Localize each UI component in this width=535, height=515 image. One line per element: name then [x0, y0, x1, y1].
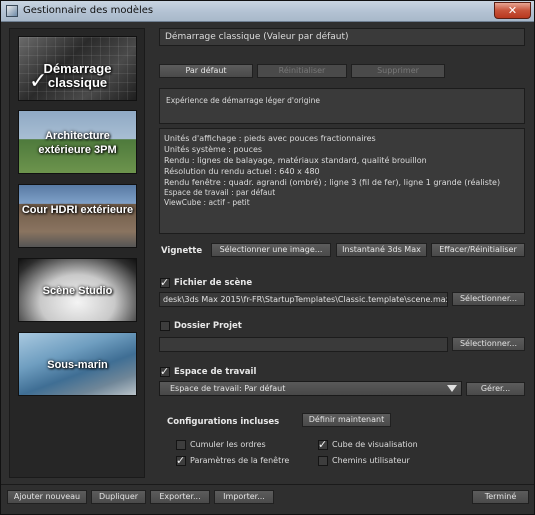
- option-label: Paramètres de la fenêtre: [190, 456, 290, 465]
- template-description[interactable]: Expérience de démarrage léger d'origine: [159, 88, 525, 124]
- template-info-panel: Unités d'affichage : pieds avec pouces f…: [159, 128, 525, 234]
- reset-button[interactable]: Réinitialiser: [257, 64, 347, 78]
- define-now-button[interactable]: Définir maintenant: [302, 413, 391, 427]
- project-folder-path-field[interactable]: [159, 337, 448, 352]
- template-item-label: Architecture extérieure 3PM: [38, 130, 117, 156]
- checkmark-icon: ✓: [160, 276, 170, 289]
- workspace-selected-value: Espace de travail: Par défaut: [170, 384, 286, 393]
- clear-reset-button[interactable]: Effacer/Réinitialiser: [431, 243, 525, 257]
- template-item-label: Cour HDRI extérieure: [21, 204, 134, 216]
- footer-divider: [1, 484, 534, 485]
- template-item-underwater[interactable]: Sous-marin: [18, 332, 137, 396]
- select-image-button[interactable]: Sélectionner une image...: [211, 243, 331, 257]
- project-folder-browse-button[interactable]: Sélectionner...: [452, 337, 525, 351]
- info-line: Rendu fenêtre : quadr. agrandi (ombré) ;…: [164, 178, 501, 187]
- checkmark-icon: ✓: [318, 438, 328, 451]
- window-title: Gestionnaire des modèles: [23, 5, 154, 16]
- project-folder-label: Dossier Projet: [174, 321, 242, 331]
- scene-file-path-field[interactable]: desk\3ds Max 2015\fr-FR\StartupTemplates…: [159, 292, 448, 307]
- template-item-label: Sous-marin: [47, 359, 108, 371]
- info-line: Unités système : pouces: [164, 145, 263, 154]
- template-item-studio[interactable]: Scène Studio: [18, 258, 137, 322]
- add-new-button[interactable]: Ajouter nouveau: [7, 490, 87, 504]
- manage-workspace-button[interactable]: Gérer...: [466, 382, 525, 396]
- template-list[interactable]: Démarrage classique ✓ Architecture extér…: [9, 28, 145, 478]
- workspace-label: Espace de travail: [174, 367, 257, 377]
- template-item-label: Scène Studio: [42, 285, 113, 297]
- snapshot-button[interactable]: Instantané 3ds Max: [336, 243, 427, 257]
- info-line: Résolution du rendu actuel : 640 x 480: [164, 167, 320, 176]
- thumbnail-label: Vignette: [161, 246, 203, 256]
- title-bar[interactable]: Gestionnaire des modèles ✕: [1, 1, 534, 22]
- set-default-button[interactable]: Par défaut: [159, 64, 253, 78]
- included-configurations-label: Configurations incluses: [167, 417, 280, 427]
- option-checkbox-user-paths[interactable]: [318, 456, 328, 466]
- selected-check-icon: ✓: [29, 69, 48, 94]
- info-line: Unités d'affichage : pieds avec pouces f…: [164, 134, 376, 143]
- template-name-field[interactable]: Démarrage classique (Valeur par défaut): [159, 28, 525, 46]
- template-manager-window: Gestionnaire des modèles ✕ Démarrage cla…: [0, 0, 535, 515]
- option-checkbox-cumulate-orders[interactable]: [176, 440, 186, 450]
- import-button[interactable]: Importer...: [214, 490, 274, 504]
- workspace-dropdown[interactable]: Espace de travail: Par défaut: [159, 381, 462, 396]
- duplicate-button[interactable]: Dupliquer: [91, 490, 146, 504]
- template-item-classic[interactable]: Démarrage classique ✓: [18, 36, 137, 101]
- app-icon: [6, 5, 18, 17]
- info-line: Rendu : lignes de balayage, matériaux st…: [164, 156, 427, 165]
- export-button[interactable]: Exporter...: [150, 490, 210, 504]
- close-button[interactable]: ✕: [494, 2, 531, 19]
- scene-file-label: Fichier de scène: [174, 278, 253, 288]
- checkmark-icon: ✓: [160, 365, 170, 378]
- scene-file-browse-button[interactable]: Sélectionner...: [452, 292, 525, 306]
- info-line: ViewCube : actif - petit: [164, 198, 250, 207]
- checkmark-icon: ✓: [176, 454, 186, 467]
- chevron-down-icon: [447, 385, 457, 392]
- done-button[interactable]: Terminé: [472, 490, 529, 504]
- template-item-hdri-courtyard[interactable]: Cour HDRI extérieure: [18, 184, 137, 248]
- option-label: Cube de visualisation: [332, 440, 418, 449]
- project-folder-checkbox[interactable]: [160, 321, 170, 331]
- delete-button[interactable]: Supprimer: [351, 64, 445, 78]
- option-label: Chemins utilisateur: [332, 456, 410, 465]
- option-label: Cumuler les ordres: [190, 440, 266, 449]
- template-item-architecture[interactable]: Architecture extérieure 3PM: [18, 110, 137, 174]
- info-line: Espace de travail : par défaut: [164, 188, 276, 197]
